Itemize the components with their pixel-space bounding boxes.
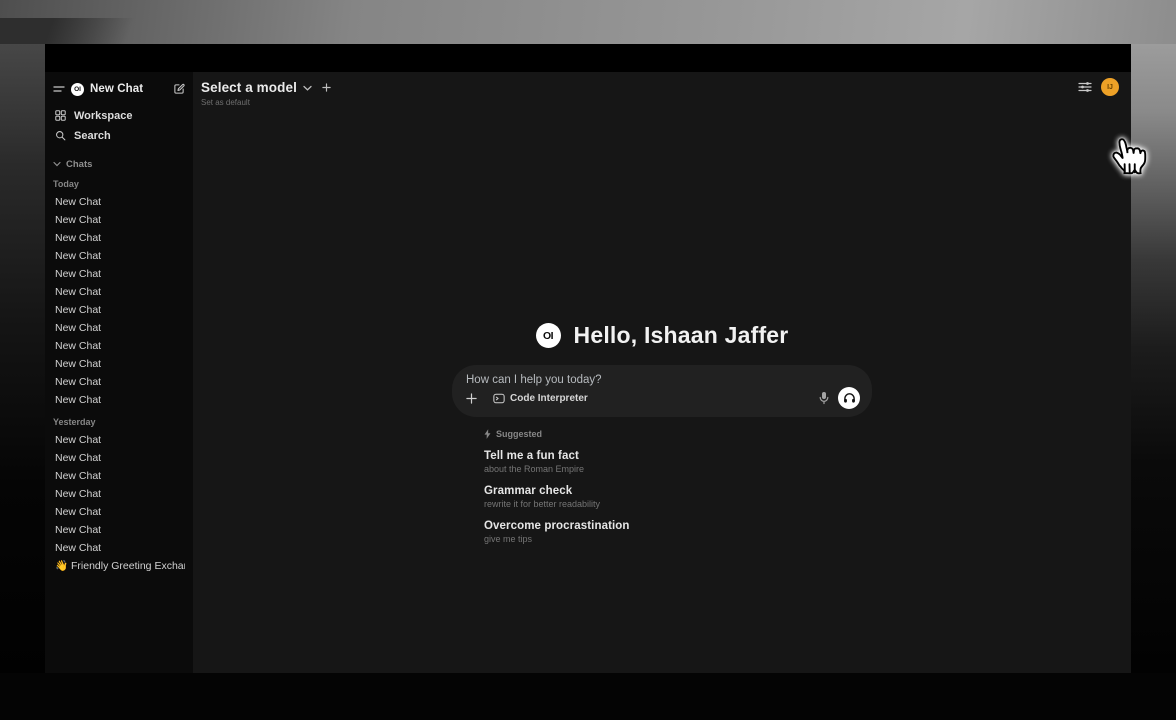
sidebar-chat-item[interactable]: New Chat <box>53 485 185 503</box>
suggestions-list: Tell me a fun fact about the Roman Empire… <box>484 450 872 544</box>
sidebar-chat-item[interactable]: New Chat <box>53 431 185 449</box>
suggested-prompt-title: Overcome procrastination <box>484 520 872 532</box>
sidebar-chat-item[interactable]: New Chat <box>53 319 185 337</box>
sidebar-item-search[interactable]: Search <box>53 126 185 145</box>
chat-input-placeholder[interactable]: How can I help you today? <box>466 374 860 386</box>
app-window: OI New Chat Workspace <box>45 44 1131 673</box>
suggested-header: Suggested <box>484 429 872 439</box>
sidebar-toggle-icon[interactable] <box>53 84 65 94</box>
sidebar-chat-item[interactable]: New Chat <box>53 355 185 373</box>
code-interpreter-toggle[interactable]: Code Interpreter <box>493 393 588 404</box>
greeting-text: Hello, Ishaan Jaffer <box>574 322 789 349</box>
sidebar-chat-item[interactable]: New Chat <box>53 391 185 409</box>
chevron-down-icon <box>53 161 61 167</box>
wallpaper-left <box>0 44 45 720</box>
sidebar: OI New Chat Workspace <box>45 72 193 673</box>
sidebar-chat-item[interactable]: New Chat <box>53 247 185 265</box>
suggested-prompt[interactable]: Grammar check rewrite it for better reada… <box>484 485 872 509</box>
add-model-icon[interactable] <box>322 83 331 92</box>
sidebar-chat-named[interactable]: 👋 Friendly Greeting Exchange <box>53 557 185 575</box>
suggested-prompt-subtitle: give me tips <box>484 534 872 544</box>
microphone-icon[interactable] <box>819 391 829 405</box>
bolt-icon <box>484 429 491 439</box>
wallpaper-top <box>0 0 1176 44</box>
app-logo-icon: OI <box>71 83 84 96</box>
sidebar-chat-item[interactable]: New Chat <box>53 503 185 521</box>
terminal-icon <box>493 393 505 404</box>
sidebar-chat-item[interactable]: New Chat <box>53 211 185 229</box>
model-selector[interactable]: Select a model <box>201 80 331 95</box>
app-logo-icon: OI <box>536 323 561 348</box>
headphones-icon <box>843 392 856 404</box>
wallpaper-right <box>1131 44 1176 720</box>
sidebar-chat-item[interactable]: New Chat <box>53 337 185 355</box>
suggested-prompt[interactable]: Overcome procrastination give me tips <box>484 520 872 544</box>
main-area: Select a model Set as default <box>193 72 1131 673</box>
sidebar-chat-item[interactable]: New Chat <box>53 373 185 391</box>
new-chat-icon[interactable] <box>173 83 185 95</box>
sidebar-chat-item[interactable]: New Chat <box>53 467 185 485</box>
desktop-stage: OI New Chat Workspace <box>0 0 1176 720</box>
chat-section-label: Yesterday <box>53 417 185 428</box>
sidebar-chat-item[interactable]: New Chat <box>53 521 185 539</box>
suggested-prompt-subtitle: about the Roman Empire <box>484 464 872 474</box>
set-default-link[interactable]: Set as default <box>201 98 331 107</box>
search-icon <box>55 130 66 141</box>
wallpaper-bottom <box>0 673 1176 720</box>
suggested-prompt-subtitle: rewrite it for better readability <box>484 499 872 509</box>
chat-input-box[interactable]: How can I help you today? <box>452 365 872 417</box>
window-title-bar <box>45 44 1131 72</box>
model-selector-label: Select a model <box>201 80 297 95</box>
chats-section-toggle[interactable]: Chats <box>53 157 185 171</box>
suggested-prompt-title: Tell me a fun fact <box>484 450 872 462</box>
sidebar-chat-item[interactable]: New Chat <box>53 229 185 247</box>
suggested-label: Suggested <box>496 429 542 439</box>
workspace-grid-icon <box>55 110 66 121</box>
code-interpreter-label: Code Interpreter <box>510 393 588 404</box>
sidebar-chat-item[interactable]: New Chat <box>53 539 185 557</box>
greeting-row: OI Hello, Ishaan Jaffer <box>452 322 872 349</box>
voice-call-button[interactable] <box>838 387 860 409</box>
sidebar-chat-item[interactable]: New Chat <box>53 449 185 467</box>
workspace-label: Workspace <box>74 110 133 122</box>
chevron-down-icon <box>303 85 312 91</box>
suggested-prompt[interactable]: Tell me a fun fact about the Roman Empire <box>484 450 872 474</box>
attach-plus-icon[interactable] <box>466 393 477 404</box>
sidebar-chat-item[interactable]: New Chat <box>53 283 185 301</box>
chat-section-label: Today <box>53 179 185 190</box>
user-avatar[interactable]: IJ <box>1101 78 1119 96</box>
sidebar-title: New Chat <box>90 83 143 95</box>
sidebar-chat-item[interactable]: New Chat <box>53 265 185 283</box>
controls-sliders-icon[interactable] <box>1078 81 1092 93</box>
suggested-prompt-title: Grammar check <box>484 485 872 497</box>
sidebar-chat-item[interactable]: New Chat <box>53 301 185 319</box>
chat-list: TodayNew ChatNew ChatNew ChatNew ChatNew… <box>53 179 185 557</box>
chats-header-label: Chats <box>66 159 92 170</box>
sidebar-chat-item[interactable]: New Chat <box>53 193 185 211</box>
sidebar-item-workspace[interactable]: Workspace <box>53 106 185 125</box>
search-label: Search <box>74 130 111 142</box>
